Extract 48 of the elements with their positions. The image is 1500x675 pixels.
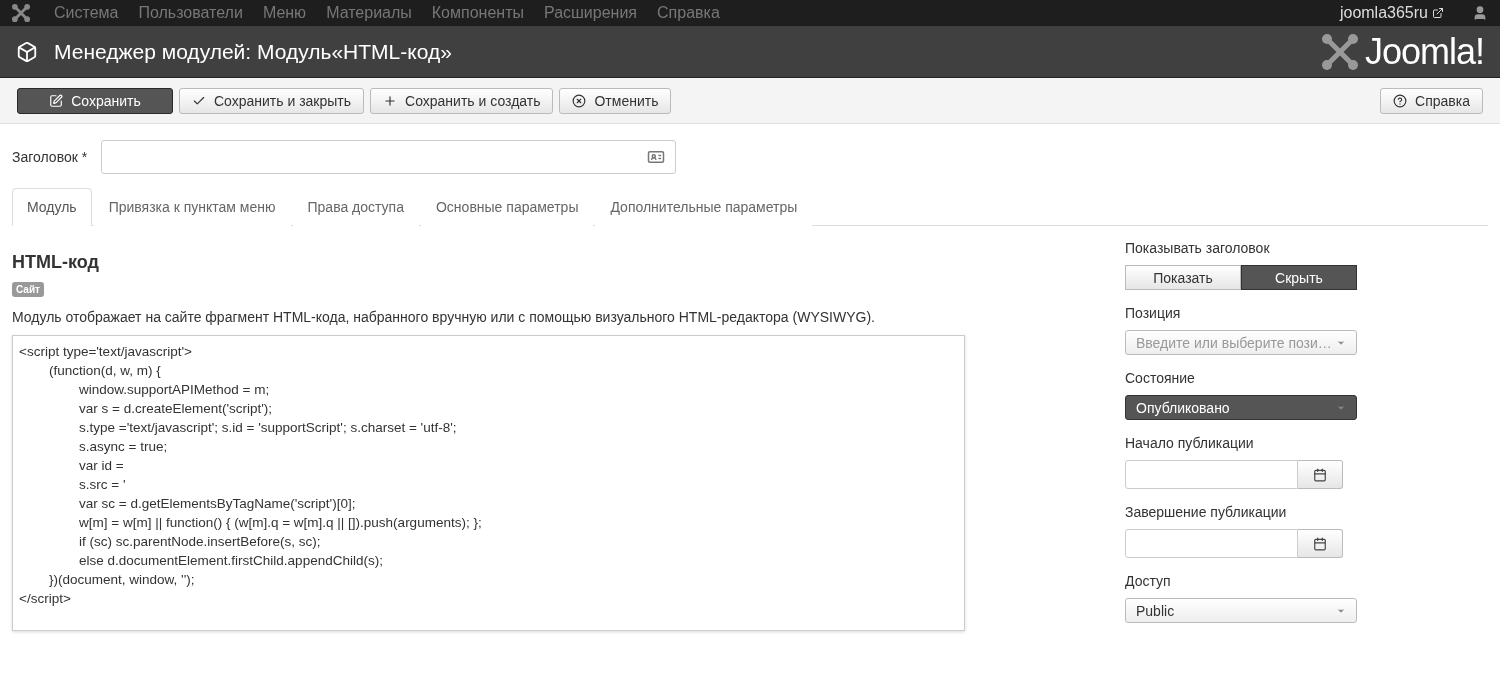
toggle-option[interactable]: Показать [1125,265,1241,290]
title-input-field[interactable] [101,140,677,174]
toolbar-button[interactable]: Сохранить [17,87,173,114]
field-label: Завершение публикации [1125,504,1288,520]
page-title: Менеджер модулей: Модуль«HTML-код» [54,39,452,64]
select-field[interactable]: Public [1125,598,1357,623]
joomla-logo-icon[interactable] [12,4,30,22]
toolbar-button[interactable]: Сохранить и создать [370,87,554,114]
site-badge: Сайт [12,282,44,297]
cube-icon [16,40,38,63]
toolbar-button[interactable]: Сохранить и закрыть [179,87,365,114]
field-label: Заголовок * [12,149,88,165]
field-label: Показывать заголовок [1125,240,1271,256]
field-label: Позиция [1125,305,1182,321]
code-editor-field[interactable]: <script type='text/javascript'> (function(d, w, m) { window.supportAPIMethod = m; var s = d.createElement('script'); s.type ='text/javascript'; s.id = 'supportScript'; s.charset = 'utf-8'; s.async = true; var id = s.src = ' var sc = d.getElementsByTagName('script')[0]; w[m] = w[m] || function() { (w[m].q = w[m].q || []).push(arguments); }; if (sc) sc.parentNode.insertBefore(s, sc); else d.documentElement.firstChild.appendChild(s); })(document, window, ''); </script> [12,335,965,631]
menu-item[interactable]: Расширения [534,4,648,22]
tab[interactable]: Модуль [12,188,92,226]
calendar-button[interactable] [1298,529,1343,558]
field-label: Состояние [1125,370,1196,386]
question-icon [1393,93,1408,108]
menu-item[interactable]: Справка [647,4,730,22]
joomla-logo-icon [1320,32,1359,71]
date-input-field[interactable] [1125,460,1298,489]
field-label: Доступ [1125,573,1172,589]
menu-item[interactable]: Меню [252,4,317,22]
calendar-icon [1313,467,1327,482]
user-icon[interactable] [1472,5,1488,21]
external-link-icon [1432,7,1444,19]
module-description: Модуль отображает на сайте фрагмент HTML-кода, набранного вручную или с помощью визуального HTML-редактора (WYSIWYG). [12,309,876,325]
menu-item[interactable]: Пользователи [128,4,253,22]
help-button[interactable]: Справка [1380,87,1483,114]
card-icon [647,148,666,166]
edit-icon [49,93,64,108]
calendar-icon [1313,536,1327,551]
menu-item[interactable]: Система [44,4,129,22]
field-label: Начало публикации [1125,435,1255,451]
select-field[interactable]: Опубликовано [1125,395,1357,420]
module-heading: HTML-код [12,252,100,273]
date-input-field[interactable] [1125,529,1298,558]
plus-icon [383,93,398,108]
calendar-button[interactable] [1298,460,1343,489]
cancel-icon [572,93,587,108]
site-link[interactable]: joomla365ru [1339,4,1444,22]
brand-wordmark: Joomla! [1364,30,1484,73]
menu-item[interactable]: Компоненты [421,4,534,22]
menu-item[interactable]: Материалы [316,4,422,22]
toolbar-button[interactable]: Отменить [559,87,672,114]
toggle-option[interactable]: Скрыть [1241,265,1357,290]
